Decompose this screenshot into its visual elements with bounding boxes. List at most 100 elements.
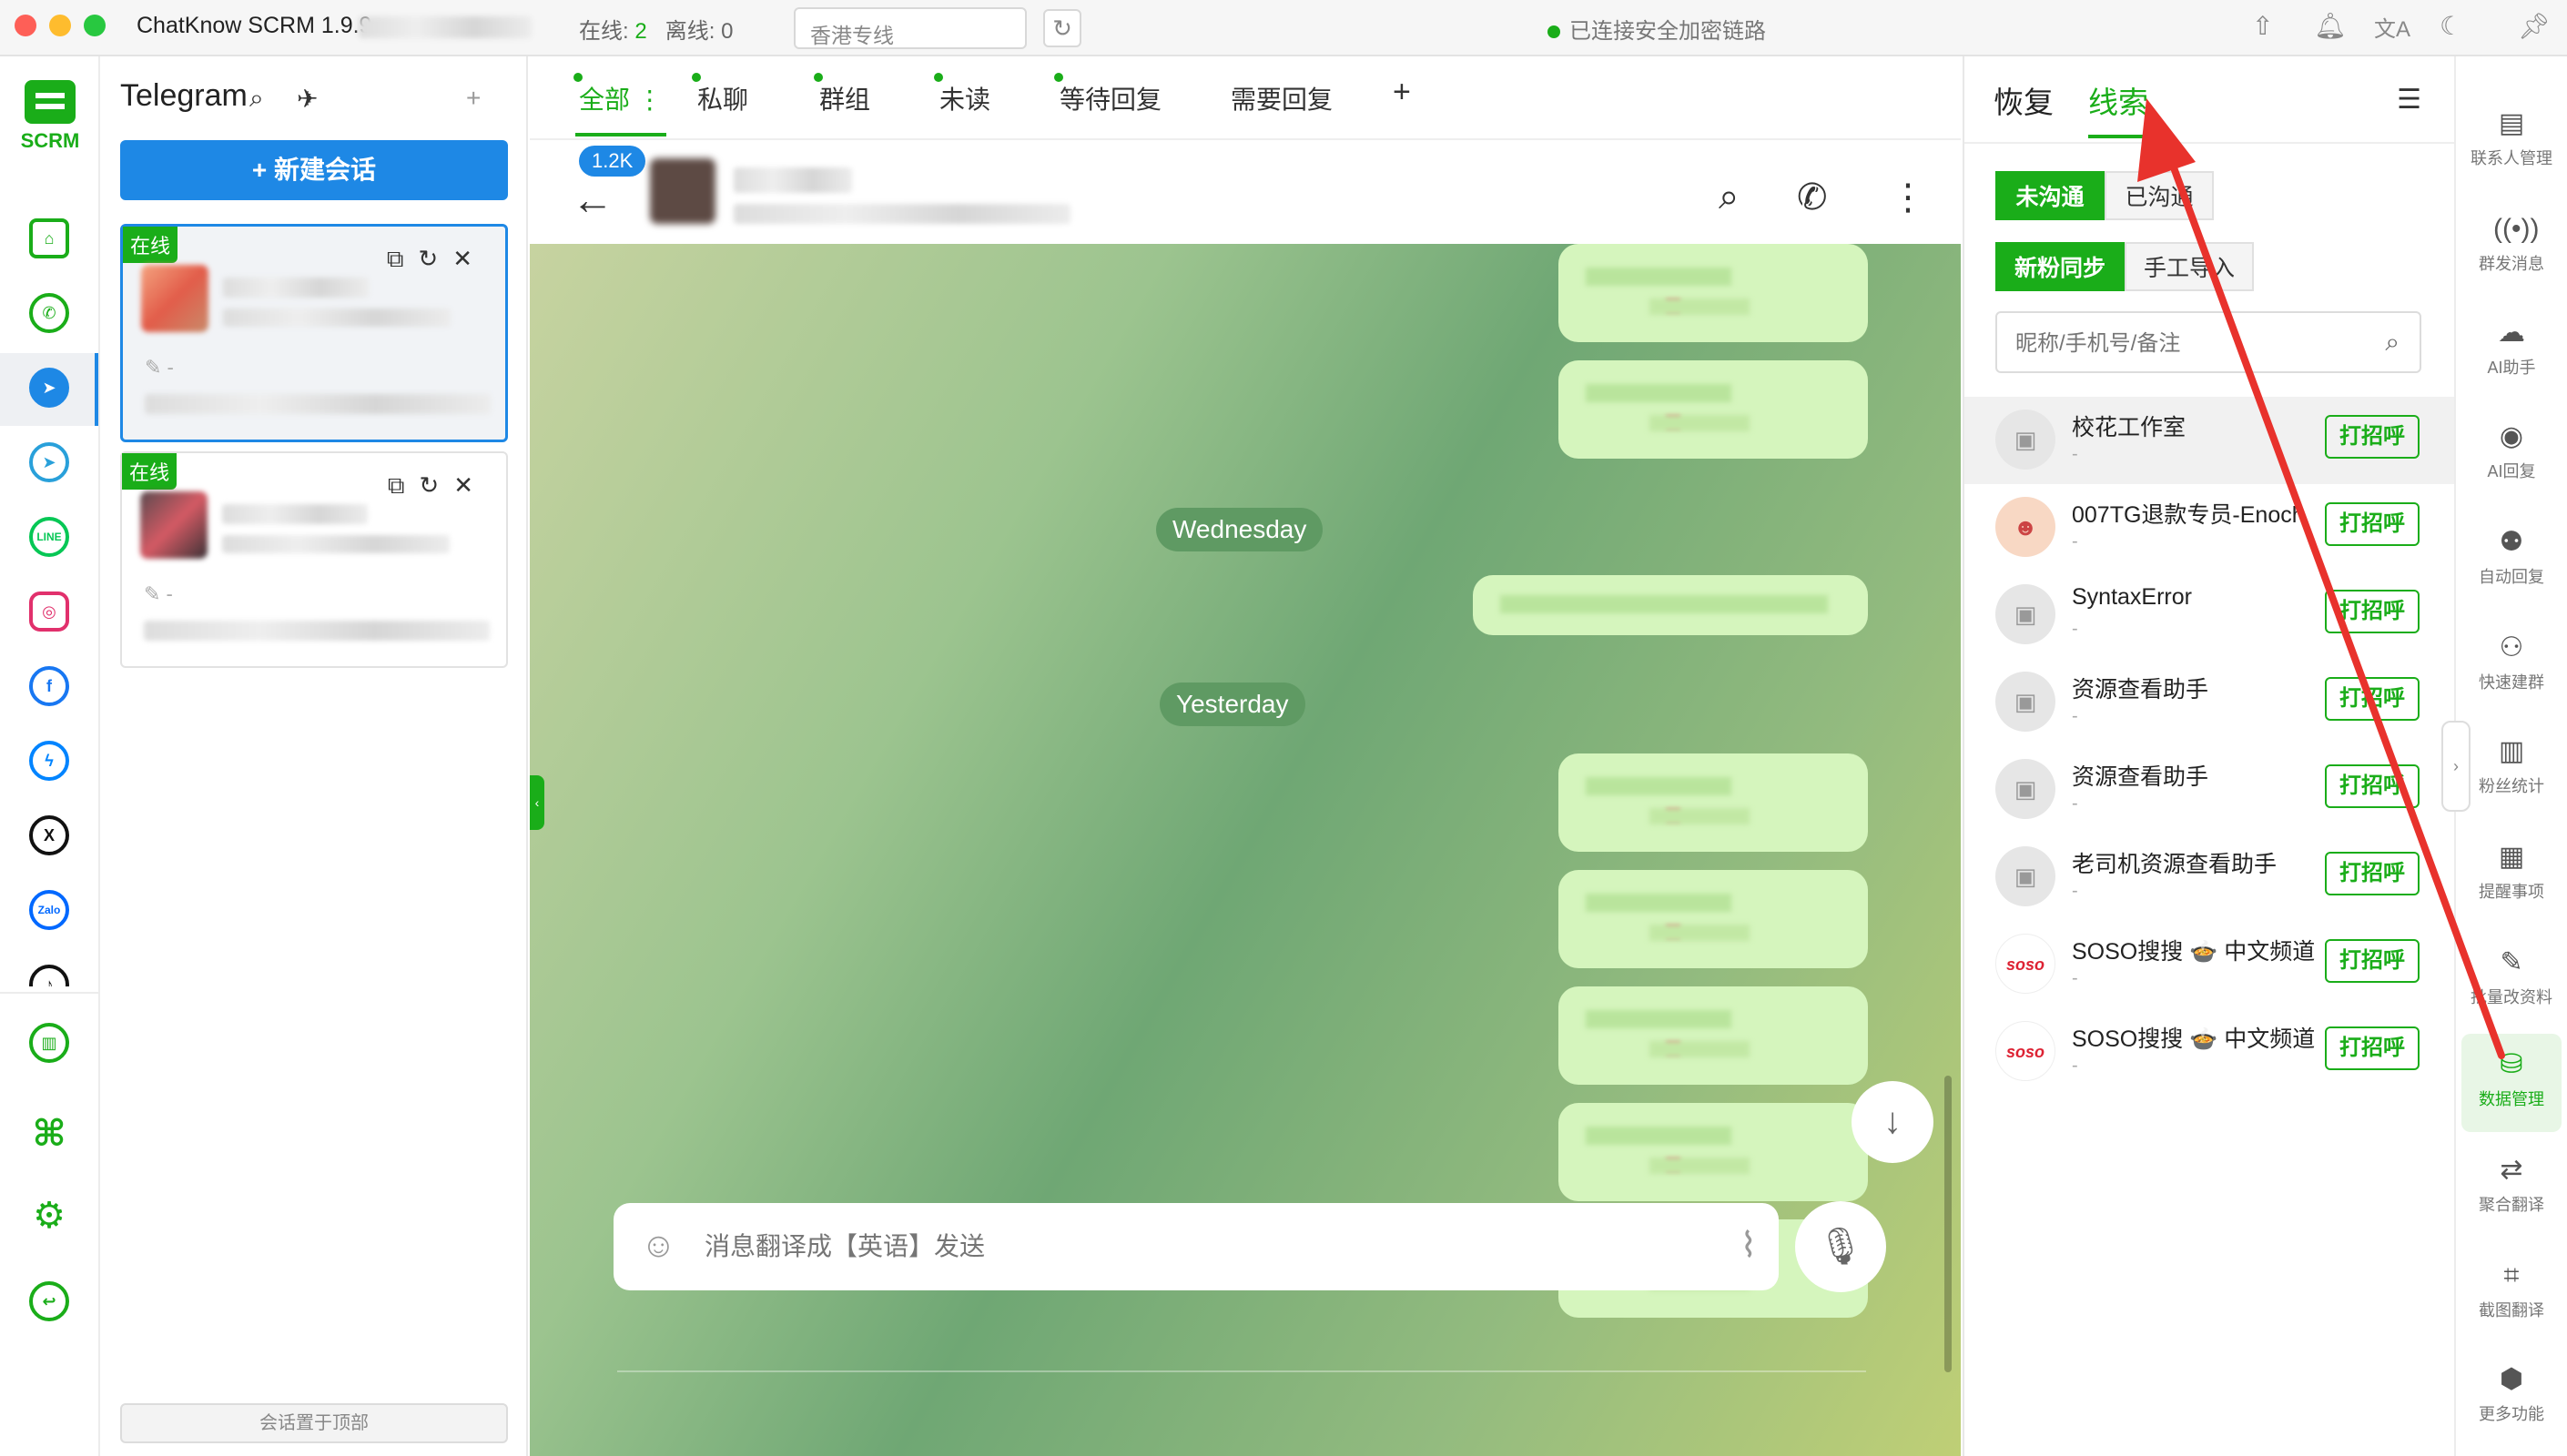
rail-line[interactable]: LINE — [0, 502, 98, 575]
translate-icon[interactable]: 文A — [2374, 11, 2410, 43]
message-bubble[interactable] — [1558, 360, 1868, 459]
rail-whatsapp[interactable]: ✆ — [0, 278, 98, 351]
phone-icon[interactable]: ✆ — [1797, 177, 1828, 218]
message-bubble[interactable] — [1558, 1103, 1868, 1201]
rocket-icon[interactable]: ✈ — [297, 84, 318, 114]
tab-recovery[interactable]: 恢复 — [1994, 78, 2054, 122]
paperclip-icon[interactable]: ⌇ — [1740, 1225, 1757, 1266]
tool-batch-edit[interactable]: ✎ 批量改资料 — [2456, 932, 2567, 1030]
scroll-down-icon[interactable]: ↓ — [1852, 1081, 1933, 1163]
lead-item[interactable]: ☻ 007TG退款专员-Enoch - 打招呼 — [1964, 484, 2454, 571]
greet-button[interactable]: 打招呼 — [2325, 1026, 2420, 1070]
message-input[interactable] — [705, 1223, 1615, 1270]
filter-uncontacted[interactable]: 未沟通 — [1995, 171, 2105, 220]
open-window-icon[interactable]: ⧉ — [387, 245, 419, 272]
moon-icon[interactable]: ☾ — [2440, 11, 2462, 41]
rail-facebook[interactable]: f — [0, 652, 98, 724]
minimize-window-button[interactable] — [49, 15, 71, 36]
tab-leads[interactable]: 线索 — [2088, 78, 2148, 138]
tool-more[interactable]: ⬢ 更多功能 — [2456, 1349, 2567, 1447]
filter-new-fans-sync[interactable]: 新粉同步 — [1995, 242, 2125, 291]
rail-logout[interactable]: ↩ — [0, 1267, 98, 1340]
peer-avatar[interactable] — [650, 158, 715, 224]
more-vertical-icon[interactable]: ⋮ — [1890, 177, 1926, 218]
greet-button[interactable]: 打招呼 — [2325, 764, 2420, 808]
bell-icon[interactable]: 🔔︎ — [2314, 11, 2347, 41]
tool-fan-stats[interactable]: ▥ 粉丝统计 — [2456, 721, 2567, 819]
message-bubble[interactable] — [1558, 870, 1868, 968]
tool-screenshot-translate[interactable]: ⌗ 截图翻译 — [2456, 1245, 2567, 1343]
scrollbar[interactable] — [1944, 1076, 1952, 1372]
upload-icon[interactable]: ⇧ — [2252, 11, 2273, 41]
search-icon[interactable]: ⌕ — [2385, 328, 2400, 358]
message-bubble[interactable] — [1473, 575, 1868, 635]
region-select[interactable]: 香港专线 — [794, 7, 1027, 49]
lead-search-input[interactable] — [2015, 326, 2361, 362]
close-icon[interactable]: ✕ — [452, 245, 487, 272]
back-arrow-icon[interactable]: ← — [572, 175, 614, 224]
maximize-window-button[interactable] — [84, 15, 106, 36]
greet-button[interactable]: 打招呼 — [2325, 852, 2420, 895]
message-bubble[interactable] — [1558, 986, 1868, 1085]
tab-all[interactable]: 全部 ⋮ — [573, 73, 666, 136]
collapse-sidebar-handle[interactable]: ‹ — [530, 775, 544, 830]
tool-auto-reply[interactable]: ⚉ 自动回复 — [2456, 511, 2567, 610]
filter-contacted[interactable]: 已沟通 — [2105, 171, 2214, 220]
account-card[interactable]: 在线 ⧉↻✕ ✎ - — [120, 451, 508, 668]
greet-button[interactable]: 打招呼 — [2325, 590, 2420, 633]
greet-button[interactable]: 打招呼 — [2325, 939, 2420, 983]
lead-item[interactable]: ▣ 老司机资源查看助手 - 打招呼 — [1964, 834, 2454, 921]
tool-aggregate-translate[interactable]: ⇄ 聚合翻译 — [2456, 1139, 2567, 1238]
more-vertical-icon[interactable]: ⋮ — [637, 86, 663, 114]
lead-item[interactable]: ▣ 资源查看助手 - 打招呼 — [1964, 746, 2454, 834]
lead-item[interactable]: ▣ 校花工作室 - 打招呼 — [1964, 397, 2454, 484]
open-window-icon[interactable]: ⧉ — [388, 471, 420, 499]
refresh-icon[interactable]: ↻ — [1043, 9, 1081, 47]
rail-messenger[interactable]: ϟ — [0, 726, 98, 799]
rail-home[interactable]: ⌂ — [0, 204, 98, 277]
tool-quick-group[interactable]: ⚇ 快速建群 — [2456, 617, 2567, 715]
new-chat-button[interactable]: + 新建会话 — [120, 140, 508, 200]
close-icon[interactable]: ✕ — [453, 471, 488, 499]
rail-x[interactable]: X — [0, 801, 98, 874]
pin-icon[interactable]: 📌︎ — [2518, 11, 2551, 41]
tool-broadcast[interactable]: ((•)) 群发消息 — [2456, 198, 2567, 297]
tab-unread[interactable]: 未读 — [934, 73, 990, 116]
tab-needs-reply[interactable]: 需要回复 — [1231, 80, 1333, 116]
microphone-icon[interactable]: 🎙︎ — [1795, 1201, 1886, 1292]
greet-button[interactable]: 打招呼 — [2325, 415, 2420, 459]
tool-data-management[interactable]: ⛁ 数据管理 — [2461, 1034, 2562, 1132]
tab-awaiting-reply[interactable]: 等待回复 — [1054, 73, 1162, 116]
tab-private[interactable]: 私聊 — [692, 73, 748, 116]
rail-telegram[interactable]: ➤ — [0, 353, 98, 426]
reload-icon[interactable]: ↻ — [418, 245, 452, 272]
rail-instagram[interactable]: ◎ — [0, 577, 98, 650]
message-bubble[interactable] — [1558, 244, 1868, 342]
rail-apps[interactable]: ⌘ — [0, 1103, 98, 1176]
greet-button[interactable]: 打招呼 — [2325, 502, 2420, 546]
greet-button[interactable]: 打招呼 — [2325, 677, 2420, 721]
lead-item[interactable]: soso SOSO搜搜 🍲 中文频道 - 打招呼 — [1964, 921, 2454, 1008]
account-card[interactable]: 在线 ⧉↻✕ ✎ - — [120, 224, 508, 442]
close-window-button[interactable] — [15, 15, 36, 36]
emoji-icon[interactable]: ☺ — [641, 1227, 676, 1266]
lead-item[interactable]: soso SOSO搜搜 🍲 中文频道 - 打招呼 — [1964, 1008, 2454, 1096]
lead-item[interactable]: ▣ SyntaxError - 打招呼 — [1964, 571, 2454, 659]
tool-ai-reply[interactable]: ◉ AI回复 — [2456, 406, 2567, 504]
rail-tiktok[interactable]: ♪ — [0, 950, 98, 986]
rail-telegram-alt[interactable]: ➤ — [0, 428, 98, 500]
rail-settings[interactable]: ⚙ — [0, 1185, 98, 1258]
add-icon[interactable]: + — [466, 84, 481, 113]
lead-item[interactable]: ▣ 资源查看助手 - 打招呼 — [1964, 659, 2454, 746]
filter-manual-import[interactable]: 手工导入 — [2125, 242, 2254, 291]
rail-zalo[interactable]: Zalo — [0, 875, 98, 948]
tool-ai-assistant[interactable]: ☁ AI助手 — [2456, 302, 2567, 400]
pin-session-button[interactable]: 会话置于顶部 — [120, 1403, 508, 1443]
rail-stats[interactable]: ▥ — [0, 1008, 98, 1081]
reload-icon[interactable]: ↻ — [419, 471, 453, 499]
tool-contacts[interactable]: ▤ 联系人管理 — [2456, 93, 2567, 191]
tab-groups[interactable]: 群组 — [814, 73, 870, 116]
add-tab-button[interactable]: + — [1393, 75, 1411, 110]
search-icon[interactable]: ⌕ — [249, 84, 264, 114]
tool-reminders[interactable]: ▦ 提醒事项 — [2456, 826, 2567, 925]
